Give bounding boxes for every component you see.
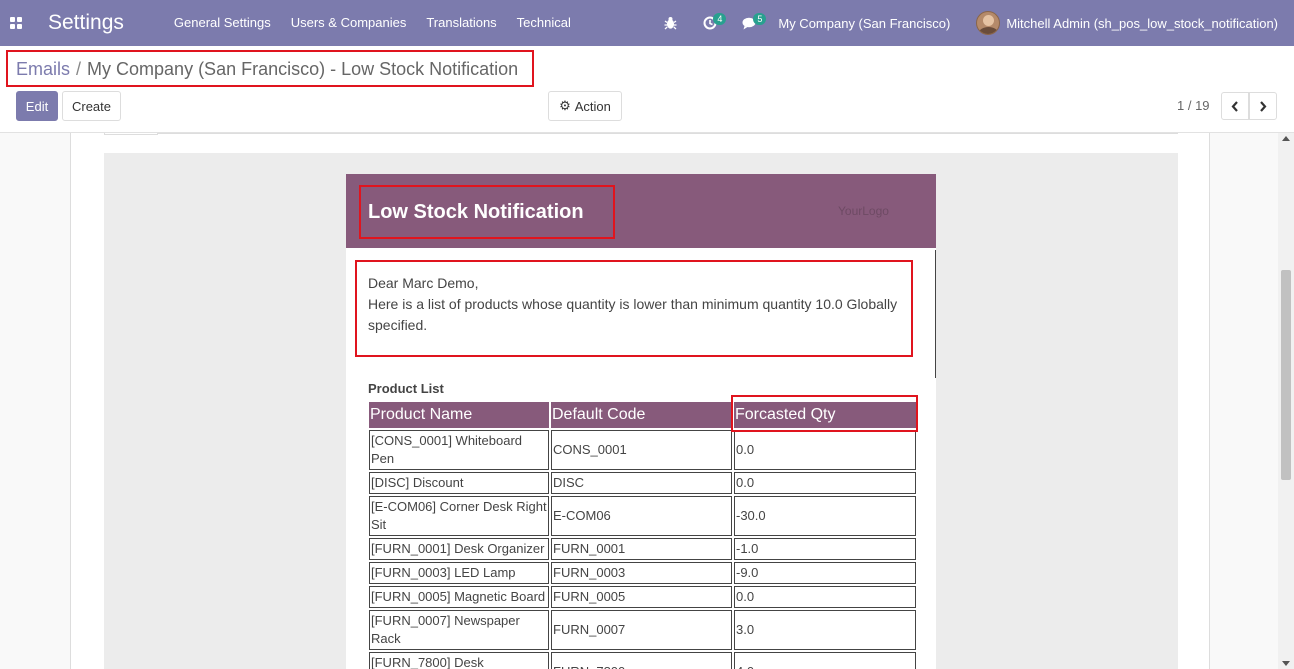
email-greeting-block: Dear Marc Demo, Here is a list of produc…: [368, 273, 908, 336]
product-list-title: Product List: [368, 381, 444, 396]
breadcrumb: Emails / My Company (San Francisco) - Lo…: [16, 59, 518, 80]
cell-default-code: FURN_0001: [551, 538, 732, 560]
product-table: Product Name Default Code Forcasted Qty …: [367, 400, 918, 669]
cell-forcasted-qty: -30.0: [734, 496, 916, 536]
email-header: Low Stock Notification YourLogo: [346, 174, 936, 248]
cell-forcasted-qty: -1.0: [734, 538, 916, 560]
breadcrumb-separator: /: [76, 59, 82, 79]
page-scrollbar[interactable]: [1278, 133, 1294, 669]
cell-product-name: [FURN_0007] Newspaper Rack: [369, 610, 549, 650]
messages-chat-icon[interactable]: 5: [730, 0, 770, 46]
email-title: Low Stock Notification: [368, 201, 584, 223]
menu-translations[interactable]: Translations: [416, 0, 506, 46]
breadcrumb-current: My Company (San Francisco) - Low Stock N…: [87, 59, 519, 79]
chevron-left-icon: [1231, 100, 1238, 112]
cell-product-name: [FURN_7800] Desk Combination: [369, 652, 549, 669]
debug-bug-icon[interactable]: [650, 0, 690, 46]
cell-forcasted-qty: 0.0: [734, 430, 916, 470]
cell-product-name: [E-COM06] Corner Desk Right Sit: [369, 496, 549, 536]
email-body-border: [935, 250, 936, 378]
menu-users-companies[interactable]: Users & Companies: [281, 0, 417, 46]
pager-previous-button[interactable]: [1221, 92, 1249, 120]
activity-count-badge: 4: [713, 13, 727, 25]
table-row: [FURN_0005] Magnetic Board FURN_0005 0.0: [369, 586, 916, 608]
activity-clock-icon[interactable]: 4: [690, 0, 730, 46]
gear-icon: ⚙: [559, 98, 571, 113]
table-row: [DISC] Discount DISC 0.0: [369, 472, 916, 494]
menu-technical[interactable]: Technical: [507, 0, 581, 46]
cell-forcasted-qty: 0.0: [734, 472, 916, 494]
form-sheet: Low Stock Notification YourLogo Dear Mar…: [70, 133, 1210, 669]
message-count-badge: 5: [753, 13, 767, 25]
cell-product-name: [FURN_0001] Desk Organizer: [369, 538, 549, 560]
column-default-code: Default Code: [551, 402, 732, 428]
table-row: [FURN_0007] Newspaper Rack FURN_0007 3.0: [369, 610, 916, 650]
email-preview-area: Low Stock Notification YourLogo Dear Mar…: [104, 153, 1178, 669]
navbar-systray: 4 5 My Company (San Francisco) Mitchell …: [650, 0, 1294, 46]
table-row: [FURN_0001] Desk Organizer FURN_0001 -1.…: [369, 538, 916, 560]
user-name: Mitchell Admin (sh_pos_low_stock_notific…: [1006, 15, 1278, 31]
cell-default-code: FURN_0003: [551, 562, 732, 584]
notebook-divider: [158, 133, 1178, 134]
top-navbar: Settings General Settings Users & Compan…: [0, 0, 1294, 46]
avatar: [976, 11, 1001, 35]
menu-general-settings[interactable]: General Settings: [164, 0, 281, 46]
table-row: [FURN_7800] Desk Combination FURN_7800 4…: [369, 652, 916, 669]
scroll-down-arrow-icon[interactable]: [1282, 661, 1290, 666]
pager-next-button[interactable]: [1249, 92, 1277, 120]
cell-product-name: [DISC] Discount: [369, 472, 549, 494]
action-button[interactable]: ⚙ Action: [548, 91, 622, 121]
chevron-right-icon: [1260, 100, 1267, 112]
cell-product-name: [CONS_0001] Whiteboard Pen: [369, 430, 549, 470]
cell-default-code: CONS_0001: [551, 430, 732, 470]
edit-button[interactable]: Edit: [16, 91, 58, 121]
table-row: [E-COM06] Corner Desk Right Sit E-COM06 …: [369, 496, 916, 536]
cell-forcasted-qty: 0.0: [734, 586, 916, 608]
column-forcasted-qty: Forcasted Qty: [734, 402, 916, 428]
scrollbar-thumb[interactable]: [1281, 270, 1291, 480]
cell-default-code: FURN_0007: [551, 610, 732, 650]
email-message: Here is a list of products whose quantit…: [368, 296, 898, 333]
email-logo: YourLogo: [838, 204, 889, 218]
action-label: Action: [574, 98, 611, 114]
email-body: Low Stock Notification YourLogo Dear Mar…: [346, 174, 936, 669]
table-header-row: Product Name Default Code Forcasted Qty: [369, 402, 916, 428]
company-switcher[interactable]: My Company (San Francisco): [770, 16, 976, 31]
apps-menu-icon[interactable]: [0, 0, 32, 46]
main-menu: General Settings Users & Companies Trans…: [164, 0, 581, 46]
control-panel: Emails / My Company (San Francisco) - Lo…: [0, 46, 1294, 133]
user-menu[interactable]: Mitchell Admin (sh_pos_low_stock_notific…: [976, 11, 1294, 35]
scroll-up-arrow-icon[interactable]: [1282, 136, 1290, 141]
column-product-name: Product Name: [369, 402, 549, 428]
create-button[interactable]: Create: [62, 91, 121, 121]
breadcrumb-emails-link[interactable]: Emails: [16, 59, 70, 80]
cell-forcasted-qty: -9.0: [734, 562, 916, 584]
cell-product-name: [FURN_0005] Magnetic Board: [369, 586, 549, 608]
email-greeting: Dear Marc Demo,: [368, 275, 479, 291]
pager-value[interactable]: 1 / 19: [1177, 98, 1210, 113]
cell-forcasted-qty: 3.0: [734, 610, 916, 650]
app-brand[interactable]: Settings: [48, 11, 124, 35]
cell-default-code: FURN_7800: [551, 652, 732, 669]
cell-product-name: [FURN_0003] LED Lamp: [369, 562, 549, 584]
notebook-tab[interactable]: [104, 133, 158, 135]
table-row: [FURN_0003] LED Lamp FURN_0003 -9.0: [369, 562, 916, 584]
cell-default-code: E-COM06: [551, 496, 732, 536]
cell-default-code: DISC: [551, 472, 732, 494]
table-row: [CONS_0001] Whiteboard Pen CONS_0001 0.0: [369, 430, 916, 470]
cell-default-code: FURN_0005: [551, 586, 732, 608]
cell-forcasted-qty: 4.0: [734, 652, 916, 669]
